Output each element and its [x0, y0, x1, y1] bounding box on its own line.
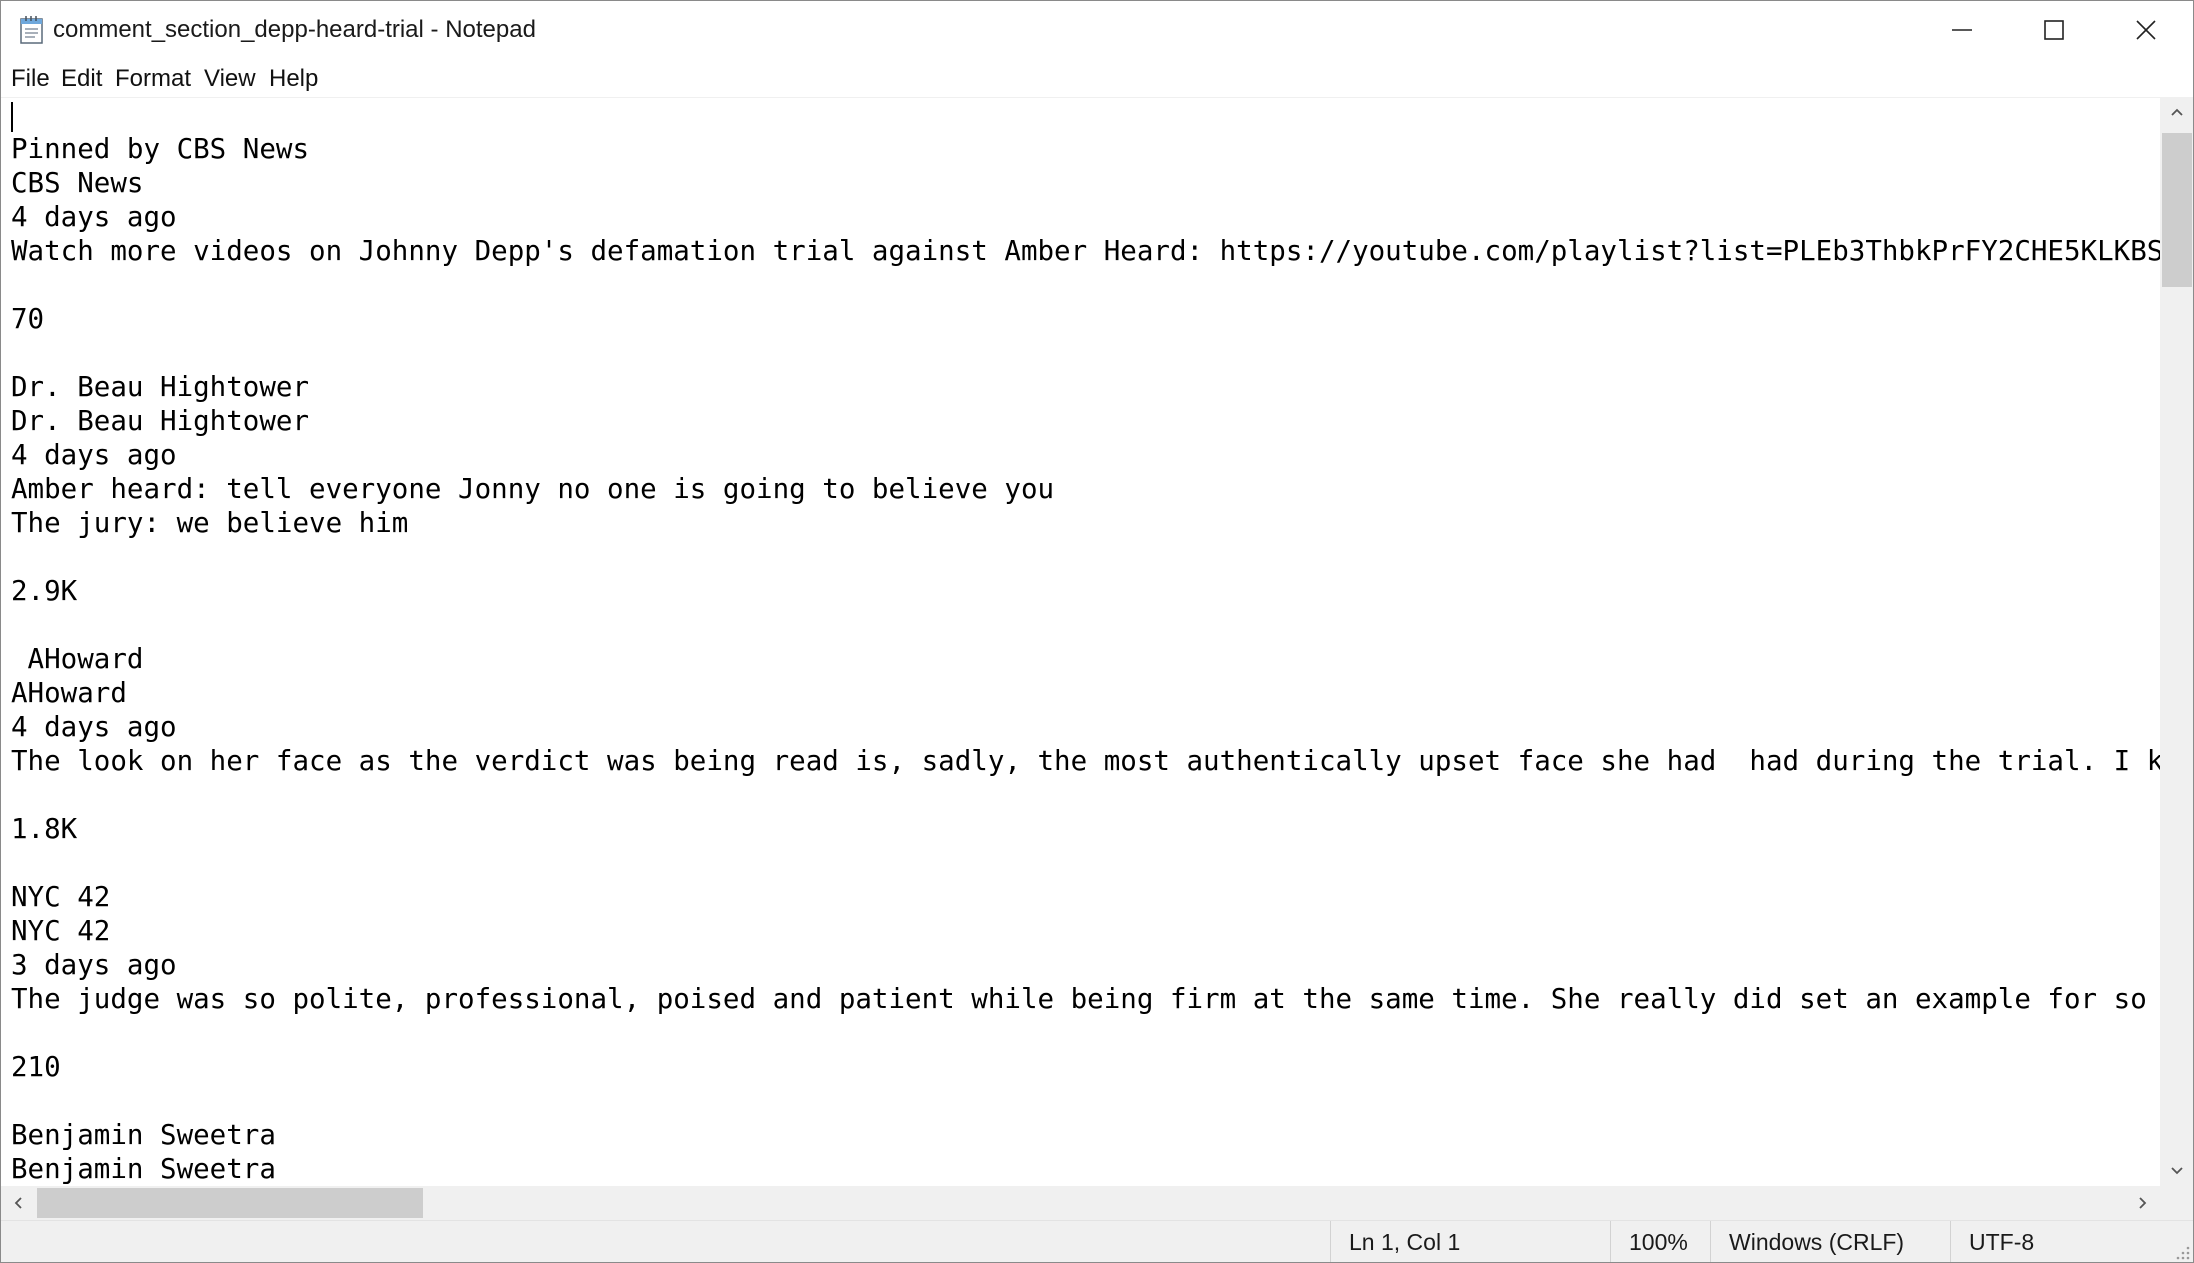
menu-file[interactable]: File: [11, 63, 50, 95]
document-line: 1.8K: [11, 813, 78, 845]
document-line: 210: [11, 1051, 61, 1083]
document-line: Pinned by CBS News: [11, 133, 310, 165]
title-bar[interactable]: comment_section_depp-heard-trial - Notep…: [1, 1, 2193, 59]
document-line: Amber heard: tell everyone Jonny no one …: [11, 473, 1055, 505]
menu-help[interactable]: Help: [269, 63, 318, 95]
document-line: 4 days ago: [11, 201, 177, 233]
close-button[interactable]: [2100, 1, 2192, 59]
document-line: The look on her face as the verdict was …: [11, 745, 2160, 777]
document-line: 4 days ago: [11, 711, 177, 743]
document-line: CBS News: [11, 167, 144, 199]
document-line: AHoward: [11, 643, 144, 675]
document-line: Watch more videos on Johnny Depp's defam…: [11, 235, 2160, 267]
document-line: 2.9K: [11, 575, 78, 607]
document-line: The jury: we believe him: [11, 507, 409, 539]
text-caret: [11, 102, 13, 132]
scroll-right-button[interactable]: [2126, 1186, 2160, 1220]
close-icon: [2136, 20, 2156, 40]
text-editor-area[interactable]: Pinned by CBS News CBS News 4 days ago Watc…: [1, 97, 2160, 1187]
document-line: Benjamin Sweetra: [11, 1153, 276, 1185]
document-line: Benjamin Sweetra: [11, 1119, 276, 1151]
document-line: 3 days ago: [11, 949, 177, 981]
window-title: comment_section_depp-heard-trial - Notep…: [53, 16, 536, 43]
horizontal-scroll-thumb[interactable]: [37, 1188, 423, 1218]
status-line-ending: Windows (CRLF): [1710, 1221, 1950, 1262]
resize-grip-icon[interactable]: [2173, 1243, 2191, 1261]
scroll-left-button[interactable]: [1, 1186, 35, 1220]
document-line: NYC 42: [11, 915, 111, 947]
horizontal-scrollbar[interactable]: [1, 1186, 2160, 1220]
menu-format[interactable]: Format: [115, 63, 191, 95]
chevron-down-icon: [2171, 1167, 2183, 1175]
document-line: Dr. Beau Hightower: [11, 371, 310, 403]
vertical-scrollbar[interactable]: [2160, 97, 2193, 1186]
scrollbar-corner: [2160, 1186, 2193, 1220]
notepad-window: comment_section_depp-heard-trial - Notep…: [0, 0, 2194, 1263]
minimize-button[interactable]: [1916, 1, 2008, 59]
chevron-left-icon: [14, 1197, 22, 1209]
vertical-scroll-thumb[interactable]: [2162, 133, 2192, 287]
status-encoding: UTF-8: [1950, 1221, 2193, 1262]
document-line: The judge was so polite, professional, p…: [11, 983, 2160, 1015]
document-line: Dr. Beau Hightower: [11, 405, 310, 437]
menu-view[interactable]: View: [204, 63, 256, 95]
notepad-icon: [18, 15, 46, 45]
document-line: 70: [11, 303, 45, 335]
maximize-button[interactable]: [2008, 1, 2100, 59]
scroll-down-button[interactable]: [2160, 1156, 2193, 1186]
status-bar: Ln 1, Col 1 100% Windows (CRLF) UTF-8: [1, 1220, 2193, 1262]
chevron-up-icon: [2171, 108, 2183, 116]
maximize-icon: [2044, 20, 2064, 40]
minimize-icon: [1952, 29, 1972, 31]
scroll-up-button[interactable]: [2160, 97, 2193, 127]
status-position: Ln 1, Col 1: [1330, 1221, 1610, 1262]
menu-edit[interactable]: Edit: [61, 63, 102, 95]
document-line: 4 days ago: [11, 439, 177, 471]
document-line: AHoward: [11, 677, 127, 709]
status-zoom: 100%: [1610, 1221, 1710, 1262]
menu-bar: File Edit Format View Help: [1, 61, 2193, 97]
chevron-right-icon: [2139, 1197, 2147, 1209]
document-line: NYC 42: [11, 881, 111, 913]
